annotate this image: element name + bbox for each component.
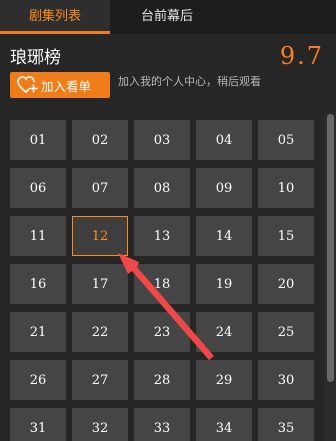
add-to-watchlist-button[interactable]: 加入看单 — [10, 72, 110, 98]
episode-tile[interactable]: 22 — [72, 312, 128, 352]
episode-tile[interactable]: 17 — [72, 264, 128, 304]
episode-tile[interactable]: 33 — [134, 408, 190, 441]
show-title: 琅琊榜 — [10, 48, 61, 68]
episode-tile[interactable]: 21 — [10, 312, 66, 352]
episode-tile[interactable]: 04 — [196, 120, 252, 160]
episode-tile[interactable]: 23 — [134, 312, 190, 352]
episode-tile[interactable]: 31 — [10, 408, 66, 441]
episode-tile[interactable]: 35 — [258, 408, 314, 441]
heart-plus-icon — [17, 76, 39, 94]
episode-tile[interactable]: 09 — [196, 168, 252, 208]
episode-tile[interactable]: 34 — [196, 408, 252, 441]
episode-tile[interactable]: 20 — [258, 264, 314, 304]
episode-tile[interactable]: 32 — [72, 408, 128, 441]
episode-tile[interactable]: 01 — [10, 120, 66, 160]
episode-tile[interactable]: 16 — [10, 264, 66, 304]
watchlist-hint: 加入我的个人中心，稍后观看 — [118, 75, 261, 88]
episode-tile[interactable]: 14 — [196, 216, 252, 256]
episode-tile-selected[interactable]: 12 — [72, 216, 128, 256]
tab-episode-list[interactable]: 剧集列表 — [0, 0, 110, 34]
rating-score: 9.7 — [279, 42, 324, 70]
episode-tile[interactable]: 08 — [134, 168, 190, 208]
episode-tile[interactable]: 02 — [72, 120, 128, 160]
episode-tile[interactable]: 19 — [196, 264, 252, 304]
tab-behind-the-scenes[interactable]: 台前幕后 — [110, 0, 224, 34]
episode-tile[interactable]: 13 — [134, 216, 190, 256]
episode-tile[interactable]: 30 — [258, 360, 314, 400]
episode-tile[interactable]: 18 — [134, 264, 190, 304]
episode-tile[interactable]: 25 — [258, 312, 314, 352]
episode-tile[interactable]: 29 — [196, 360, 252, 400]
scrollbar[interactable] — [324, 112, 336, 441]
episode-tile[interactable]: 11 — [10, 216, 66, 256]
episode-tile[interactable]: 15 — [258, 216, 314, 256]
scrollbar-thumb[interactable] — [327, 114, 334, 382]
episode-tile[interactable]: 10 — [258, 168, 314, 208]
episode-tile[interactable]: 24 — [196, 312, 252, 352]
episode-tile[interactable]: 03 — [134, 120, 190, 160]
active-tab-indicator — [0, 31, 110, 34]
episode-tile[interactable]: 05 — [258, 120, 314, 160]
episode-tile[interactable]: 06 — [10, 168, 66, 208]
episode-tile[interactable]: 26 — [10, 360, 66, 400]
add-to-watchlist-label: 加入看单 — [41, 78, 92, 94]
episode-tile[interactable]: 27 — [72, 360, 128, 400]
tab-bar: 剧集列表 台前幕后 — [0, 0, 336, 34]
episode-tile[interactable]: 28 — [134, 360, 190, 400]
episode-tile[interactable]: 07 — [72, 168, 128, 208]
episode-list: 01 02 03 04 05 06 07 08 09 10 11 12 13 14 15 16 17 18 19 20… — [0, 112, 336, 441]
episode-grid: 01 02 03 04 05 06 07 08 09 10 11 12 13 14 15 16 17 18 19 20… — [10, 120, 314, 441]
